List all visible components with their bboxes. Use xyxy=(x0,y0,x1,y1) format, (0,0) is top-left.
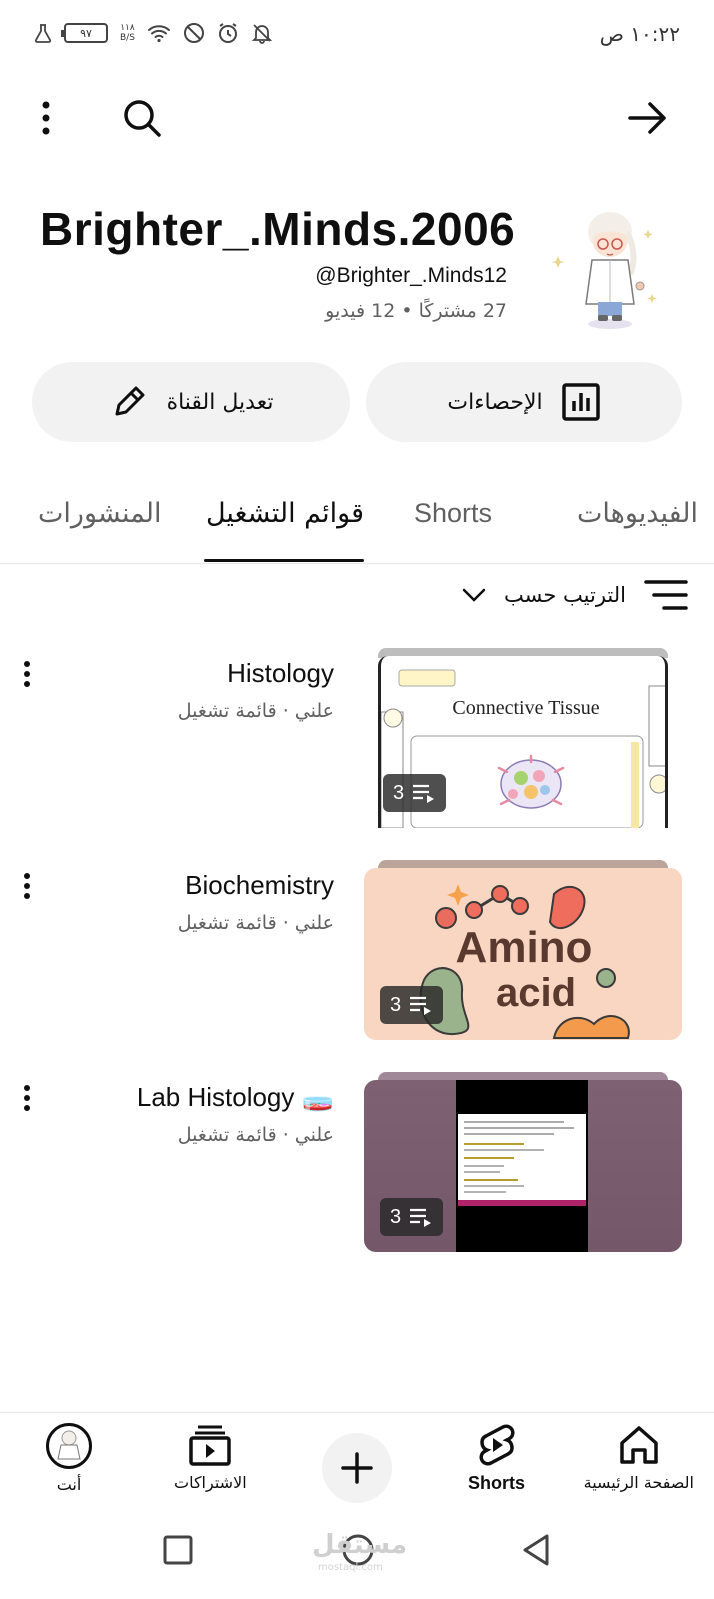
pencil-icon xyxy=(115,386,145,416)
document-preview xyxy=(456,1080,588,1252)
search-icon[interactable] xyxy=(118,94,166,142)
nav-you-label: أنت xyxy=(56,1475,82,1494)
video-count-badge: 3 xyxy=(380,986,444,1024)
playlist-thumbnail[interactable]: Amino acid 3 xyxy=(364,860,682,1040)
sort-icon xyxy=(644,580,688,610)
playlist-subtitle: علني · قائمة تشغيل xyxy=(177,1124,334,1146)
nav-shorts-label: Shorts xyxy=(468,1473,526,1493)
channel-name: Brighter_.Minds.2006 xyxy=(40,203,516,255)
playlist-thumbnail[interactable]: 3 xyxy=(364,1072,682,1252)
status-bar: ٩٧ ١١٨ B/S ١٠:٢٢ ص xyxy=(0,0,714,72)
shorts-icon xyxy=(479,1424,514,1466)
playlist-title[interactable]: Biochemistry xyxy=(185,870,334,901)
analytics-icon xyxy=(561,383,600,421)
playlist-title[interactable]: Histology xyxy=(227,658,334,689)
wifi-icon xyxy=(147,25,170,43)
thumbnail-caption: acid xyxy=(496,971,576,1015)
playlist-icon xyxy=(410,996,432,1015)
watermark-url: mostaql.com xyxy=(318,1562,383,1573)
recent-apps-icon[interactable] xyxy=(160,1532,196,1568)
channel-handle: @Brighter_.Minds12 xyxy=(315,264,507,287)
playlist-item[interactable]: Lab Histology 🧫 علني · قائمة تشغيل 3 xyxy=(0,1072,714,1262)
channel-tabs: الفيديوهات Shorts قوائم التشغيل المنشورا… xyxy=(0,484,714,564)
playlist-more-icon[interactable] xyxy=(22,1084,42,1114)
status-icons: ٩٧ ١١٨ B/S xyxy=(34,22,273,44)
sort-by-button[interactable]: الترتيب حسب xyxy=(462,578,688,612)
bottom-navigation: الصفحة الرئيسية Shorts الاشتراكات أنت xyxy=(0,1412,714,1512)
nav-home[interactable]: الصفحة الرئيسية xyxy=(584,1423,694,1492)
nav-subscriptions-label: الاشتراكات xyxy=(174,1473,247,1492)
playlist-more-icon[interactable] xyxy=(22,660,42,690)
playlist-item[interactable]: Biochemistry علني · قائمة تشغيل Amino ac… xyxy=(0,860,714,1050)
system-navigation: مستقل mostaql.com xyxy=(0,1512,714,1599)
channel-meta[interactable]: 27 مشتركًا • 12 فيديو xyxy=(325,300,507,322)
profile-avatar xyxy=(46,1423,92,1469)
tab-videos[interactable]: الفيديوهات xyxy=(577,498,698,529)
sort-label: الترتيب حسب xyxy=(504,583,626,607)
channel-avatar[interactable] xyxy=(548,202,666,332)
playlist-subtitle: علني · قائمة تشغيل xyxy=(177,912,334,934)
playlist-more-icon[interactable] xyxy=(22,872,42,902)
analytics-button[interactable]: الإحصاءات xyxy=(366,362,682,442)
video-count-badge: 3 xyxy=(383,774,447,812)
back-arrow-icon[interactable] xyxy=(626,96,670,140)
net-speed: ١١٨ B/S xyxy=(120,23,135,43)
status-time: ١٠:٢٢ ص xyxy=(599,22,680,46)
playlist-icon xyxy=(410,1208,432,1227)
alarm-icon xyxy=(218,23,237,43)
playlist-icon xyxy=(413,784,435,803)
video-count-badge: 3 xyxy=(380,1198,444,1236)
tab-shorts[interactable]: Shorts xyxy=(414,498,492,529)
plus-icon xyxy=(341,1452,373,1484)
tab-posts[interactable]: المنشورات xyxy=(38,498,161,529)
playlist-thumbnail[interactable]: Connective Tissue 3 xyxy=(364,648,682,828)
watermark: مستقل xyxy=(312,1530,408,1560)
tab-playlists[interactable]: قوائم التشغيل xyxy=(206,498,364,529)
playlist-title[interactable]: Lab Histology 🧫 xyxy=(137,1082,334,1113)
nav-home-label: الصفحة الرئيسية xyxy=(583,1473,694,1492)
playlist-item[interactable]: Histology علني · قائمة تشغيل Connective … xyxy=(0,648,714,838)
notifications-off-icon xyxy=(251,24,273,44)
nav-subscriptions[interactable]: الاشتراكات xyxy=(174,1423,247,1492)
do-not-disturb-icon xyxy=(183,23,204,43)
top-app-bar xyxy=(0,90,714,146)
analytics-label: الإحصاءات xyxy=(447,389,543,415)
thumbnail-caption: Connective Tissue xyxy=(452,697,599,719)
nav-shorts[interactable]: Shorts xyxy=(468,1423,525,1494)
chevron-down-icon xyxy=(462,588,486,602)
edit-channel-button[interactable]: تعديل القناة xyxy=(32,362,350,442)
subscriptions-icon xyxy=(189,1425,232,1466)
battery-icon: ٩٧ xyxy=(61,23,108,43)
home-icon xyxy=(620,1426,658,1464)
create-button[interactable] xyxy=(322,1433,392,1503)
edit-channel-label: تعديل القناة xyxy=(166,389,274,415)
playlist-subtitle: علني · قائمة تشغيل xyxy=(177,700,334,722)
active-tab-indicator xyxy=(204,559,364,562)
nav-you[interactable]: أنت xyxy=(46,1423,92,1494)
channel-header: Brighter_.Minds.2006 @Brighter_.Minds12 … xyxy=(0,190,714,340)
flask-icon xyxy=(34,24,52,43)
more-options-icon[interactable] xyxy=(34,96,58,140)
back-system-icon[interactable] xyxy=(516,1530,556,1570)
thumbnail-caption: Amino xyxy=(456,923,593,972)
